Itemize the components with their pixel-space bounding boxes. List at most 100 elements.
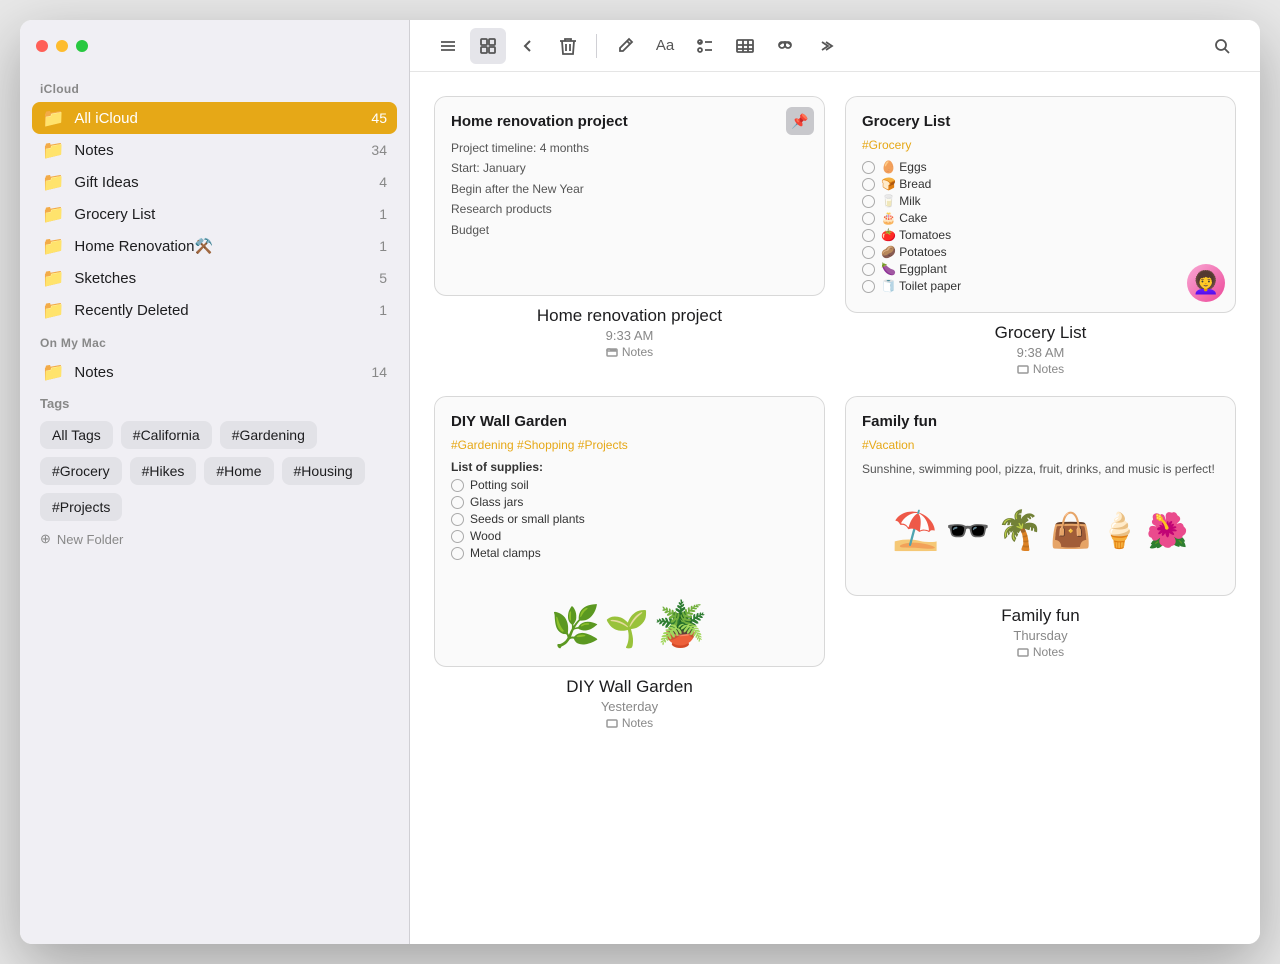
checkbox-icon (451, 547, 464, 560)
list-item: 🍞 Bread (862, 177, 1219, 191)
search-button[interactable] (1204, 28, 1240, 64)
sidebar-item-recently-deleted[interactable]: 📁 Recently Deleted 1 (32, 294, 397, 326)
back-button[interactable] (510, 28, 546, 64)
minimize-button[interactable] (56, 40, 68, 52)
list-item: 🎂 Cake (862, 211, 1219, 225)
note-title: Home renovation project (537, 306, 722, 326)
note-card-home-reno[interactable]: Home renovation project 📌 Project timeli… (434, 96, 825, 376)
tag-grocery[interactable]: #Grocery (40, 457, 122, 485)
diy-checklist: Potting soil Glass jars Seeds or small p… (451, 478, 808, 560)
folder-count: 5 (379, 270, 387, 286)
new-folder-button[interactable]: ⊕ New Folder (32, 521, 397, 551)
folder-name: Gift Ideas (74, 174, 369, 191)
checkbox-icon (862, 178, 875, 191)
tags-label: Tags (40, 396, 389, 411)
note-meta-home-reno: Home renovation project 9:33 AM Notes (434, 296, 825, 359)
folder-name: Sketches (74, 270, 369, 287)
sidebar-item-gift-ideas[interactable]: 📁 Gift Ideas 4 (32, 166, 397, 198)
sidebar-item-home-renovation[interactable]: 📁 Home Renovation⚒️ 1 (32, 230, 397, 262)
delete-button[interactable] (550, 28, 586, 64)
note-card-family-fun[interactable]: Family fun #Vacation Sunshine, swimming … (845, 396, 1236, 730)
sidebar: iCloud 📁 All iCloud 45 📁 Notes 34 📁 Gift… (20, 20, 410, 944)
tag-california[interactable]: #California (121, 421, 212, 449)
sidebar-item-mac-notes[interactable]: 📁 Notes 14 (32, 356, 397, 388)
checkbox-icon (451, 479, 464, 492)
tag-housing[interactable]: #Housing (282, 457, 365, 485)
main-content: Aa (410, 20, 1260, 944)
folder-icon: 📁 (42, 205, 64, 223)
folder-count: 1 (379, 206, 387, 222)
list-item: Glass jars (451, 495, 808, 509)
note-preview-tag: #Grocery (862, 138, 1219, 152)
folder-icon: 📁 (42, 109, 64, 127)
tags-section: Tags All Tags #California #Gardening #Gr… (32, 388, 397, 521)
tag-all-tags[interactable]: All Tags (40, 421, 113, 449)
note-folder-name: Notes (1033, 645, 1064, 659)
list-item: 🥔 Potatoes (862, 245, 1219, 259)
note-preview-home-reno: Home renovation project 📌 Project timeli… (434, 96, 825, 296)
tag-hikes[interactable]: #Hikes (130, 457, 197, 485)
folder-icon: 📁 (42, 141, 64, 159)
tag-projects[interactable]: #Projects (40, 493, 122, 521)
attachment-button[interactable] (767, 28, 803, 64)
note-time: 9:33 AM (606, 328, 654, 343)
list-item: 🥚 Eggs (862, 160, 1219, 174)
checklist-button[interactable] (687, 28, 723, 64)
note-meta-grocery: Grocery List 9:38 AM Notes (845, 313, 1236, 376)
list-item: Potting soil (451, 478, 808, 492)
tag-gardening[interactable]: #Gardening (220, 421, 317, 449)
more-button[interactable] (807, 28, 843, 64)
fullscreen-button[interactable] (76, 40, 88, 52)
folder-name: All iCloud (74, 110, 361, 127)
checkbox-icon (862, 212, 875, 225)
folder-count: 34 (371, 142, 387, 158)
titlebar (20, 20, 409, 72)
note-preview-title: DIY Wall Garden (451, 413, 808, 430)
format-button[interactable]: Aa (647, 28, 683, 64)
plus-icon: ⊕ (40, 531, 51, 547)
note-folder: Notes (1017, 362, 1064, 376)
avatar: 👩‍🦱 (1187, 264, 1225, 302)
compose-button[interactable] (607, 28, 643, 64)
list-item: 🥛 Milk (862, 194, 1219, 208)
diy-plant-image: 🌿 🌱 🪴 (451, 570, 808, 650)
pin-button[interactable]: 📌 (786, 107, 814, 135)
note-card-diy-garden[interactable]: DIY Wall Garden #Gardening #Shopping #Pr… (434, 396, 825, 730)
folder-count: 1 (379, 238, 387, 254)
close-button[interactable] (36, 40, 48, 52)
note-title: Grocery List (995, 323, 1087, 343)
note-title: Family fun (1001, 606, 1079, 626)
checkbox-icon (862, 161, 875, 174)
note-time: Yesterday (601, 699, 658, 714)
note-folder-name: Notes (622, 716, 653, 730)
folder-icon: 📁 (42, 269, 64, 287)
folder-icon (606, 346, 618, 358)
app-window: iCloud 📁 All iCloud 45 📁 Notes 34 📁 Gift… (20, 20, 1260, 944)
note-preview-title: Home renovation project (451, 113, 808, 130)
sidebar-item-grocery-list[interactable]: 📁 Grocery List 1 (32, 198, 397, 230)
new-folder-label: New Folder (57, 532, 123, 547)
list-item: Metal clamps (451, 546, 808, 560)
sidebar-item-notes[interactable]: 📁 Notes 34 (32, 134, 397, 166)
checkbox-icon (862, 195, 875, 208)
list-item: 🍆 Eggplant (862, 262, 1219, 276)
table-button[interactable] (727, 28, 763, 64)
on-my-mac-section-label: On My Mac (32, 326, 397, 356)
note-preview-diy-garden: DIY Wall Garden #Gardening #Shopping #Pr… (434, 396, 825, 667)
note-preview-title: Family fun (862, 413, 1219, 430)
grid-view-button[interactable] (470, 28, 506, 64)
note-folder: Notes (606, 345, 653, 359)
icloud-section-label: iCloud (32, 72, 397, 102)
sidebar-content: iCloud 📁 All iCloud 45 📁 Notes 34 📁 Gift… (20, 72, 409, 944)
notes-grid: Home renovation project 📌 Project timeli… (410, 72, 1260, 944)
tag-home[interactable]: #Home (204, 457, 273, 485)
note-folder-name: Notes (622, 345, 653, 359)
note-card-grocery[interactable]: Grocery List #Grocery 🥚 Eggs 🍞 Bread 🥛 M… (845, 96, 1236, 376)
note-folder: Notes (1017, 645, 1064, 659)
folder-icon (1017, 646, 1029, 658)
folder-name: Recently Deleted (74, 302, 369, 319)
list-view-button[interactable] (430, 28, 466, 64)
folder-count: 1 (379, 302, 387, 318)
sidebar-item-all-icloud[interactable]: 📁 All iCloud 45 (32, 102, 397, 134)
sidebar-item-sketches[interactable]: 📁 Sketches 5 (32, 262, 397, 294)
